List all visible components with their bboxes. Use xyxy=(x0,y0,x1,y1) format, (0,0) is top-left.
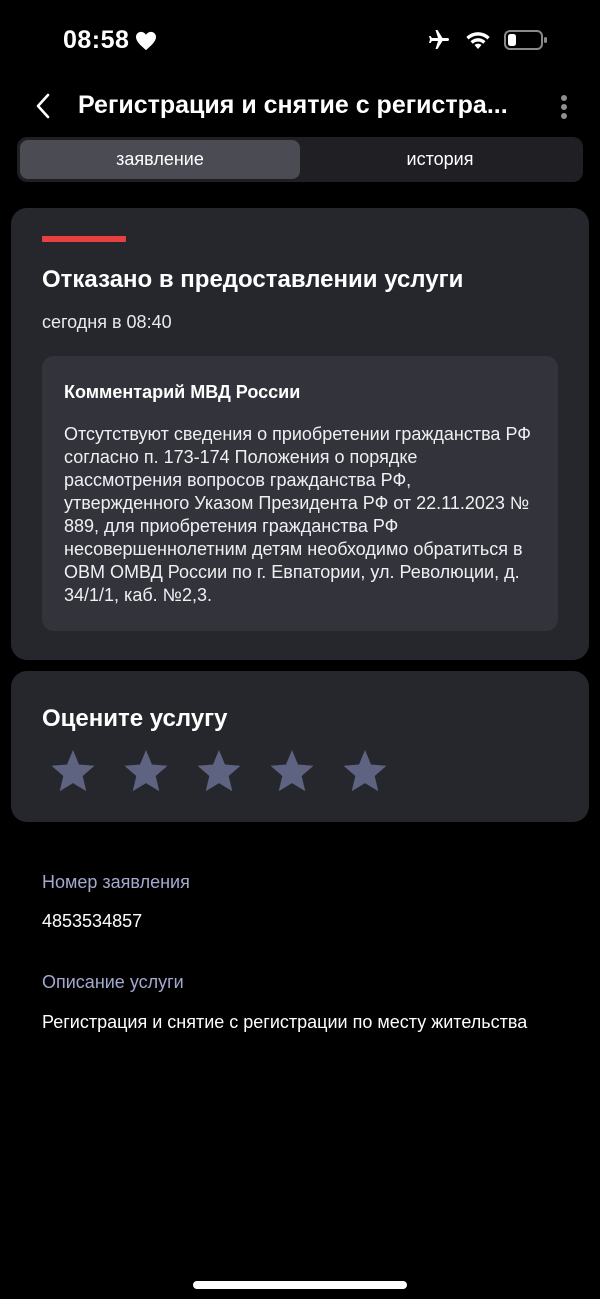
status-bar: 08:58 xyxy=(0,0,600,80)
application-number-label: Номер заявления xyxy=(42,872,190,892)
chevron-left-icon xyxy=(36,93,50,119)
clock: 08:58 xyxy=(63,26,130,54)
more-button[interactable] xyxy=(556,92,572,122)
home-indicator[interactable] xyxy=(193,1281,407,1289)
battery-icon xyxy=(504,30,547,50)
page-title: Регистрация и снятие с регистра... xyxy=(78,91,508,119)
wifi-icon xyxy=(466,32,490,49)
status-indicator xyxy=(42,236,126,242)
navigation-header: Регистрация и снятие с регистра... xyxy=(0,82,600,130)
service-description-label: Описание услуги xyxy=(42,972,184,992)
airplane-icon xyxy=(429,30,449,49)
status-icons xyxy=(426,28,548,52)
comment-box: Комментарий МВД России Отсутствуют сведе… xyxy=(42,356,558,631)
screen: 08:58 Регистрация и снятие с регистра...… xyxy=(0,0,600,1299)
star-icon[interactable] xyxy=(49,747,97,795)
tab-history[interactable]: история xyxy=(300,140,580,179)
status-card: Отказано в предоставлении услуги сегодня… xyxy=(11,208,589,660)
more-vertical-icon xyxy=(561,95,567,119)
star-icon[interactable] xyxy=(341,747,389,795)
star-icon[interactable] xyxy=(268,747,316,795)
comment-author: Комментарий МВД России xyxy=(64,382,301,402)
status-time: 08:58 xyxy=(63,26,157,55)
star-rating xyxy=(49,747,389,795)
rating-title: Оцените услугу xyxy=(42,705,228,732)
star-icon[interactable] xyxy=(195,747,243,795)
rating-card: Оцените услугу xyxy=(11,671,589,822)
back-button[interactable] xyxy=(30,90,56,122)
tab-application[interactable]: заявление xyxy=(20,140,300,179)
application-number-value: 4853534857 xyxy=(42,911,143,931)
heart-icon xyxy=(136,31,157,50)
star-icon[interactable] xyxy=(122,747,170,795)
service-description-value: Регистрация и снятие с регистрации по ме… xyxy=(42,1012,528,1032)
comment-text: Отсутствуют сведения о приобретении граж… xyxy=(64,424,531,605)
status-title: Отказано в предоставлении услуги xyxy=(42,266,464,293)
tab-switcher: заявление история xyxy=(17,137,583,182)
status-timestamp: сегодня в 08:40 xyxy=(42,312,172,332)
